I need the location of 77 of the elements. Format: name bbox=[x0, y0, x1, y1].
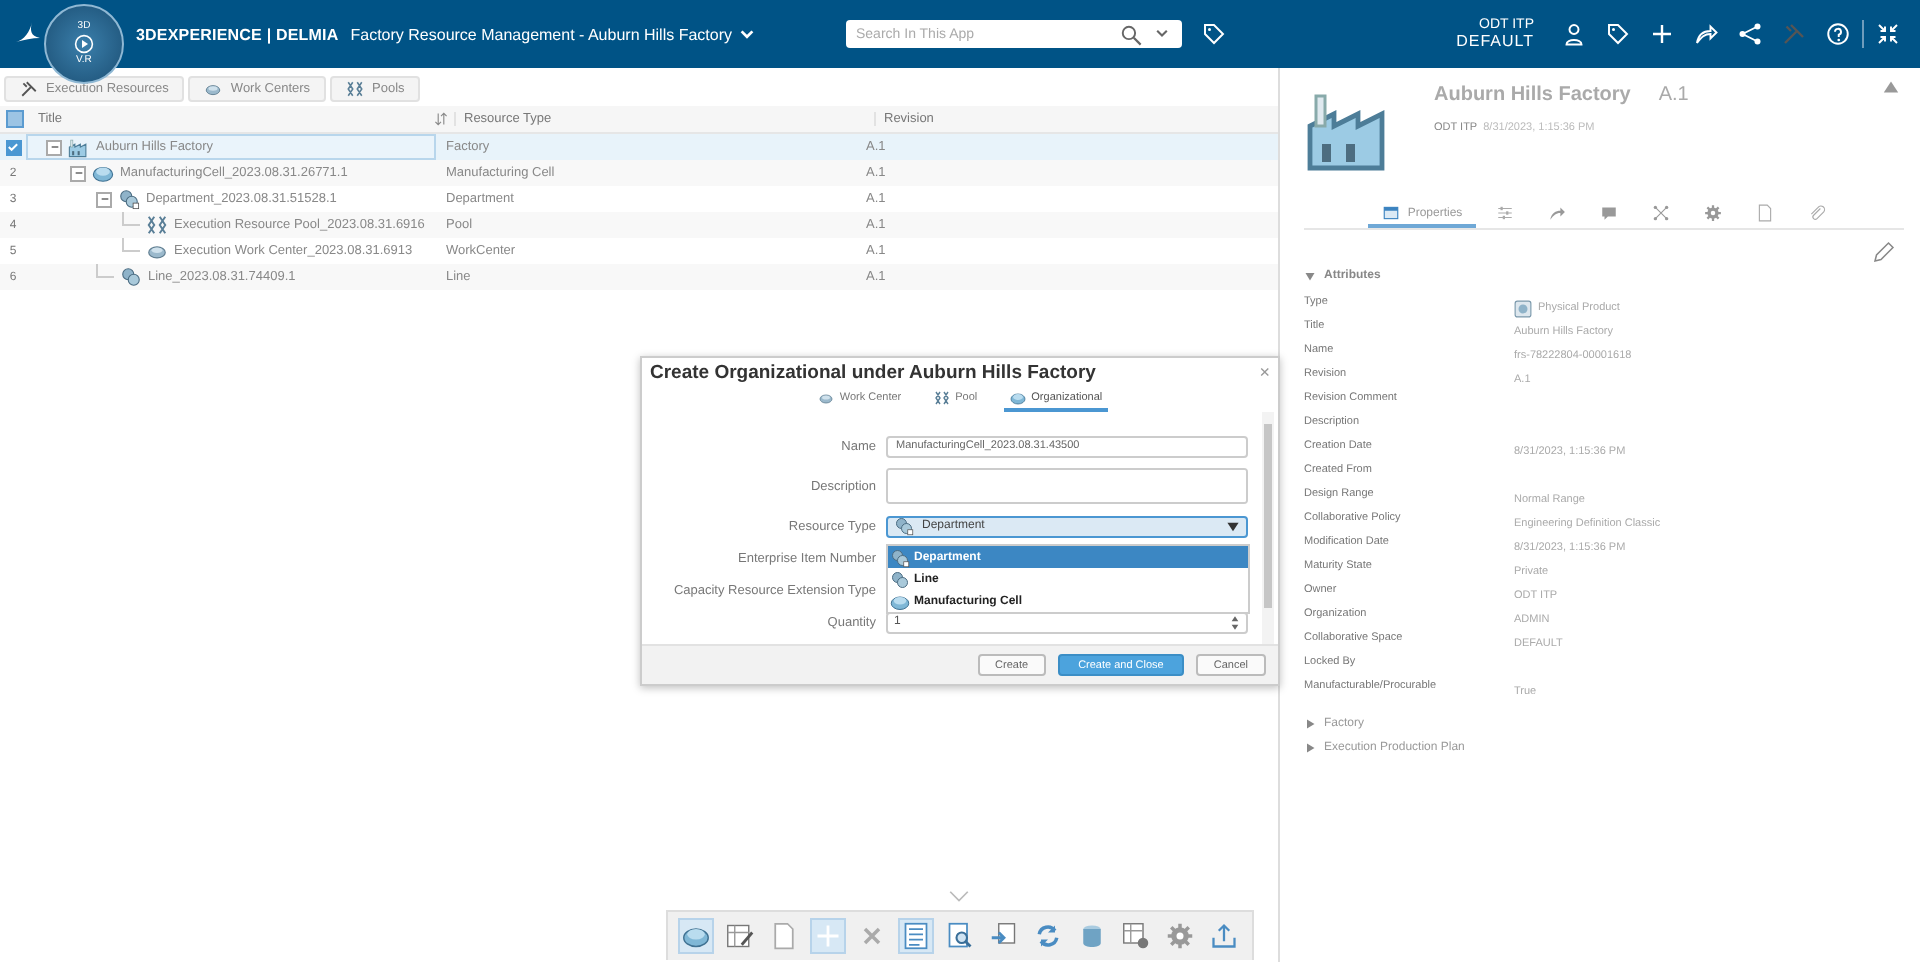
comment-icon bbox=[1600, 204, 1619, 222]
workcenter-icon bbox=[204, 80, 223, 98]
sliders-icon bbox=[1496, 204, 1515, 222]
plus-icon[interactable] bbox=[1650, 22, 1674, 46]
object-revision: A.1 bbox=[1658, 84, 1689, 106]
object-title: Auburn Hills Factory bbox=[1434, 84, 1631, 106]
line-icon bbox=[890, 569, 910, 589]
tag-icon[interactable] bbox=[1202, 22, 1226, 46]
cell-icon bbox=[682, 922, 710, 950]
product-icon bbox=[1514, 299, 1532, 317]
collapse-toggle[interactable] bbox=[96, 191, 112, 207]
plus-icon bbox=[814, 922, 842, 950]
share-icon[interactable] bbox=[1694, 22, 1718, 46]
cell-icon bbox=[1009, 389, 1026, 405]
play-icon[interactable] bbox=[74, 34, 94, 54]
delete-icon bbox=[858, 922, 886, 950]
collapse-toggle[interactable] bbox=[46, 139, 62, 155]
document-icon bbox=[1756, 204, 1775, 222]
edit-table-icon bbox=[726, 922, 754, 950]
gear-icon bbox=[1166, 922, 1194, 950]
cell-icon bbox=[92, 162, 114, 184]
list-button[interactable] bbox=[898, 918, 934, 954]
gear-icon bbox=[1704, 204, 1723, 222]
nodes-icon bbox=[1652, 204, 1671, 222]
collapse-icon[interactable] bbox=[1876, 22, 1900, 46]
select-all-checkbox[interactable] bbox=[6, 110, 24, 128]
sort-icon[interactable] bbox=[434, 112, 448, 126]
tools-icon bbox=[20, 80, 38, 98]
pool-icon bbox=[933, 389, 950, 405]
cell-icon bbox=[890, 591, 910, 611]
caret-icon bbox=[1226, 519, 1240, 533]
network-icon[interactable] bbox=[1738, 22, 1762, 46]
table-gear-button[interactable] bbox=[1118, 918, 1154, 954]
brand-name: 3DEXPERIENCE | DELMIA bbox=[136, 25, 339, 43]
properties-icon bbox=[1381, 204, 1400, 222]
factory-icon bbox=[68, 136, 90, 158]
dialog-title: Create Organizational under Auburn Hills Factory bbox=[650, 361, 1098, 383]
collaborative-space[interactable]: DEFAULT bbox=[1456, 34, 1534, 50]
minus-icon bbox=[49, 142, 59, 152]
line-icon bbox=[120, 266, 142, 288]
upload-button[interactable] bbox=[1206, 918, 1242, 954]
minus-icon bbox=[73, 168, 83, 178]
search-icon[interactable] bbox=[1120, 23, 1142, 45]
caret-down-icon bbox=[1304, 270, 1316, 282]
cylinder-icon bbox=[1078, 922, 1106, 950]
list-icon bbox=[902, 922, 930, 950]
refresh-icon bbox=[1034, 922, 1062, 950]
scrollbar[interactable] bbox=[1262, 412, 1274, 644]
arrow-icon bbox=[1548, 204, 1567, 222]
help-icon[interactable] bbox=[1826, 22, 1850, 46]
department-icon bbox=[894, 516, 914, 536]
document-icon bbox=[770, 922, 798, 950]
table-gear-icon bbox=[1122, 922, 1150, 950]
workcenter-icon bbox=[146, 240, 168, 262]
department-icon bbox=[118, 188, 140, 210]
pool-icon bbox=[146, 214, 168, 236]
tag-icon[interactable] bbox=[1606, 22, 1630, 46]
chevron-down-icon[interactable] bbox=[738, 25, 756, 43]
close-button[interactable]: × bbox=[1259, 362, 1270, 382]
gear-button[interactable] bbox=[1162, 918, 1198, 954]
description-field[interactable] bbox=[886, 468, 1248, 504]
check-icon bbox=[6, 140, 20, 154]
pool-icon bbox=[346, 80, 365, 98]
edit-icon[interactable] bbox=[1872, 240, 1896, 264]
minus-icon bbox=[99, 194, 109, 204]
row-checkbox[interactable] bbox=[5, 139, 21, 155]
insert-icon bbox=[990, 922, 1018, 950]
upload-icon bbox=[1210, 922, 1238, 950]
collapse-toggle[interactable] bbox=[70, 165, 86, 181]
spinner-icon[interactable] bbox=[1230, 613, 1240, 631]
clip-icon bbox=[1808, 204, 1827, 222]
chevron-down-icon[interactable] bbox=[1154, 26, 1170, 42]
app-title[interactable]: Factory Resource Management - Auburn Hills Factory bbox=[350, 25, 732, 43]
cell-button[interactable] bbox=[678, 918, 714, 954]
workcenter-icon bbox=[817, 389, 834, 405]
search-doc-icon bbox=[946, 922, 974, 950]
user-icon[interactable] bbox=[1562, 22, 1586, 46]
